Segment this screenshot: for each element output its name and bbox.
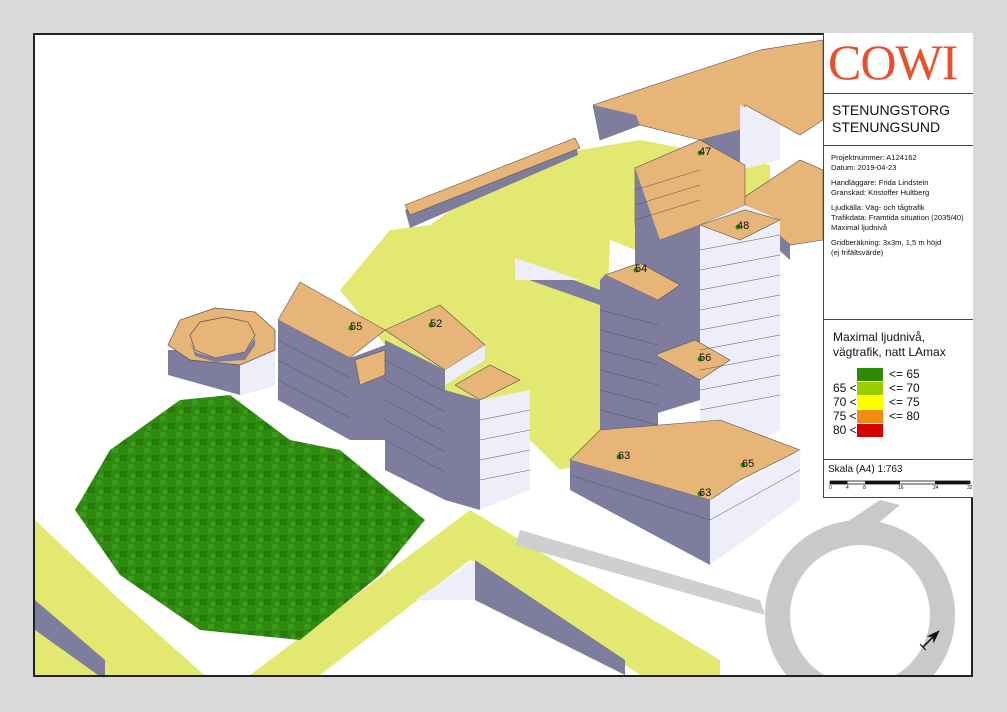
legend-row: <= 65 <box>833 367 973 381</box>
svg-text:56: 56 <box>699 352 711 364</box>
map-title: STENUNGSTORG STENUNGSUND <box>824 94 973 146</box>
level-type: Maximal ljudnivå <box>831 222 888 232</box>
legend-swatch <box>857 409 883 423</box>
building-octagon <box>167 307 276 395</box>
legend-swatch <box>857 367 883 381</box>
svg-text:52: 52 <box>430 318 442 330</box>
scale-bar: 0 4 8 16 24 32 <box>828 475 973 493</box>
sound-source: Ljudkälla: Väg- och tågtrafik <box>831 203 925 213</box>
company-logo-text: COWI <box>828 34 958 90</box>
scale-tick: 32 <box>967 485 973 491</box>
scale-label: Skala (A4) 1:763 <box>828 464 903 475</box>
receiver-point-48: 48 <box>735 220 749 232</box>
title-line2: STENUNGSUND <box>832 119 941 135</box>
svg-text:63: 63 <box>699 487 711 499</box>
receiver-point-63a: 63 <box>616 450 630 462</box>
receiver-point-54: 54 <box>633 263 647 275</box>
scale-tick: 4 <box>846 485 849 491</box>
legend-swatch <box>857 395 883 409</box>
legend-swatch <box>857 423 883 437</box>
map-metadata: Projektnummer: A124162 Datum: 2019-04-23… <box>824 146 973 320</box>
noise-legend: Maximal ljudnivå, vägtrafik, natt LAmax … <box>824 320 973 460</box>
scale-tick: 8 <box>863 485 866 491</box>
receiver-point-63b: 63 <box>697 487 711 499</box>
svg-text:63: 63 <box>618 450 630 462</box>
grid-calc: Gridberäkning: 3x3m, 1,5 m höjd <box>831 238 942 248</box>
scale-tick: 24 <box>933 485 939 491</box>
svg-text:55: 55 <box>350 321 362 333</box>
traffic-data: Trafikdata: Framtida situation (2035/40) <box>831 212 964 222</box>
receiver-point-55: 55 <box>348 321 362 333</box>
legend-row: 75 < <= 80 <box>833 409 920 423</box>
grid-note: (ej frifältsvärde) <box>831 247 884 257</box>
scale-tick: 16 <box>898 485 904 491</box>
svg-text:47: 47 <box>699 146 711 158</box>
legend-row: 70 < <= 75 <box>833 395 920 409</box>
receiver-point-47: 47 <box>697 146 711 158</box>
title-line1: STENUNGSTORG <box>832 102 950 118</box>
handler: Handläggare: Frida Lindstein <box>831 178 929 188</box>
legend-row: 65 < <= 70 <box>833 381 920 395</box>
date: Datum: 2019-04-23 <box>831 162 897 172</box>
svg-text:48: 48 <box>737 220 749 232</box>
svg-text:65: 65 <box>742 458 754 470</box>
project-number: Projektnummer: A124162 <box>831 153 917 162</box>
legend-swatch <box>857 381 883 395</box>
scale-tick: 0 <box>829 485 832 491</box>
receiver-point-52: 52 <box>428 318 442 330</box>
map-info-panel: COWI STENUNGSTORG STENUNGSUND Projektnum… <box>823 33 973 498</box>
reviewer: Granskad: Kristoffer Hultberg <box>831 187 930 197</box>
scale-box: Skala (A4) 1:763 0 4 8 16 24 32 <box>824 460 973 498</box>
svg-text:54: 54 <box>635 263 647 275</box>
receiver-point-56: 56 <box>697 352 711 364</box>
receiver-point-65: 65 <box>740 458 754 470</box>
legend-row: 80 < <box>833 423 973 437</box>
company-logo: COWI <box>824 33 973 94</box>
legend-title: Maximal ljudnivå, vägtrafik, natt LAmax <box>833 330 946 359</box>
